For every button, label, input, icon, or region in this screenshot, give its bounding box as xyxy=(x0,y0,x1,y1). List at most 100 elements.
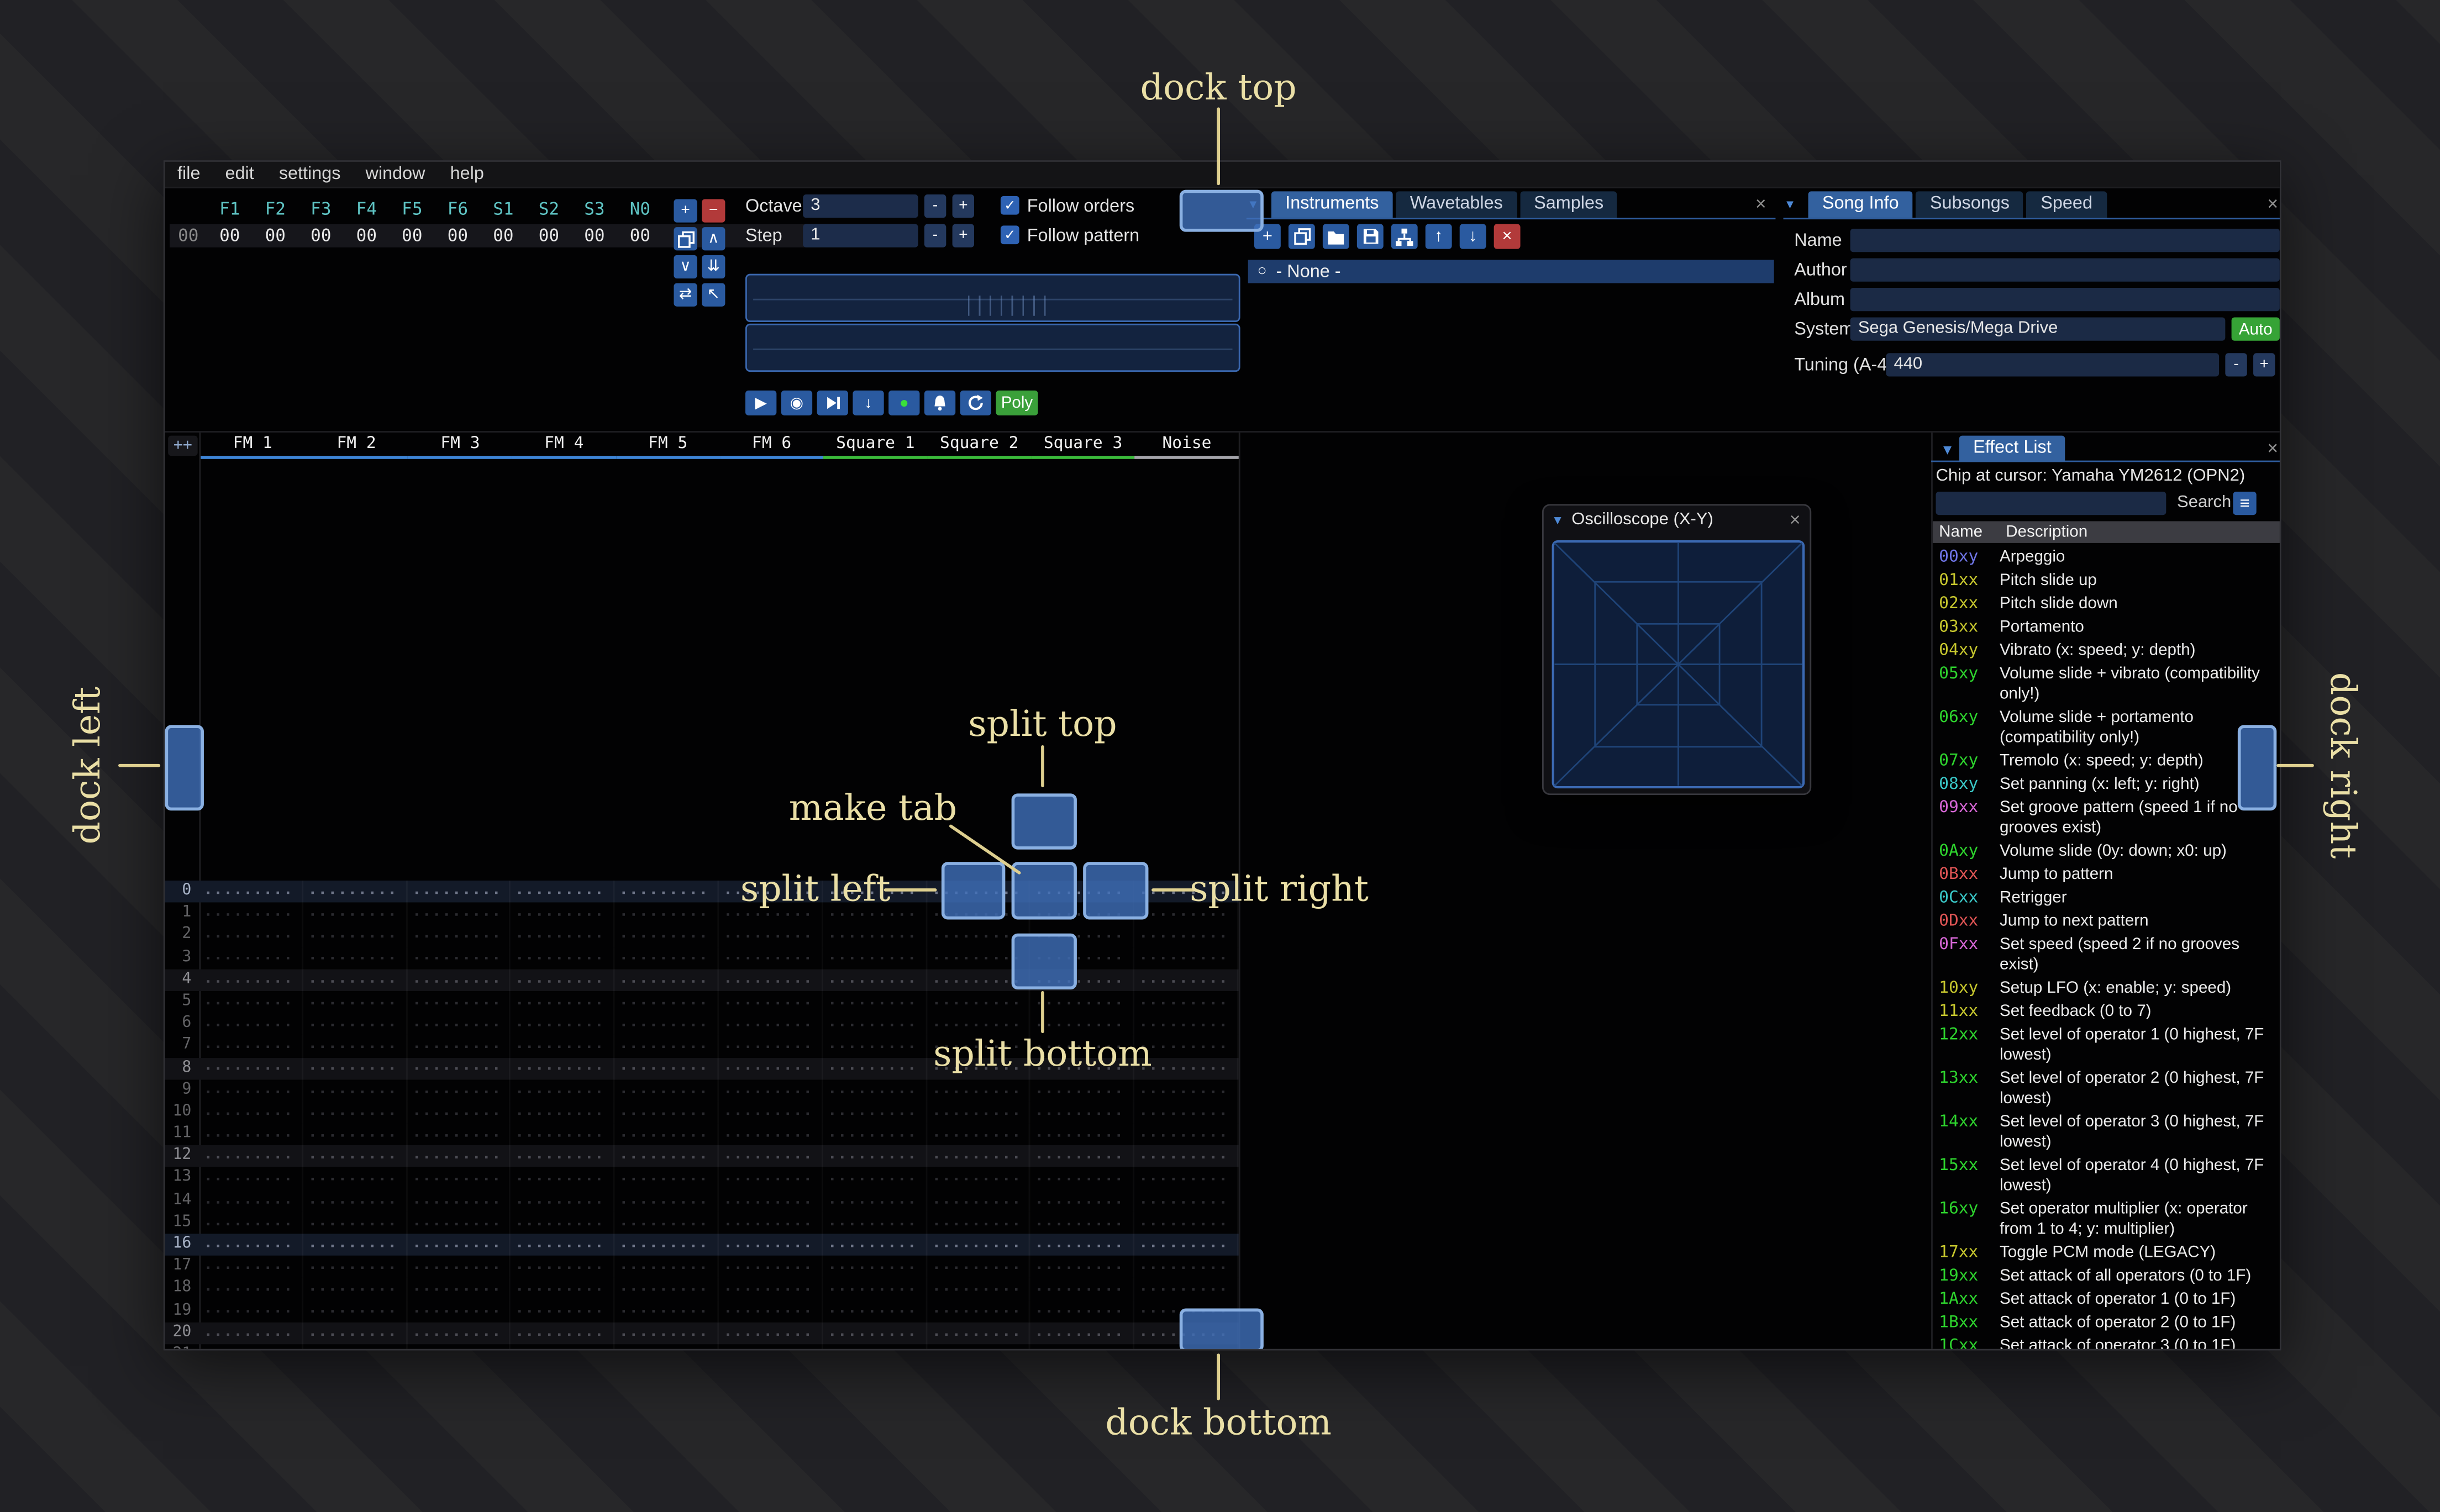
pattern-cell[interactable] xyxy=(719,1013,823,1035)
pattern-cell[interactable] xyxy=(303,1057,407,1079)
dock-left-target[interactable] xyxy=(165,725,204,811)
pattern-cell[interactable] xyxy=(1030,1256,1135,1278)
pattern-cell[interactable] xyxy=(1134,1234,1239,1256)
pattern-cell[interactable] xyxy=(199,1013,303,1035)
pattern-cell[interactable] xyxy=(511,1322,615,1345)
pattern-cell[interactable] xyxy=(303,1300,407,1323)
pattern-cell[interactable] xyxy=(199,1344,303,1349)
pattern-cell[interactable] xyxy=(303,1145,407,1168)
tuning-field[interactable]: 440 xyxy=(1886,353,2220,377)
pattern-cell[interactable] xyxy=(303,1234,407,1256)
pattern-cell[interactable] xyxy=(199,991,303,1013)
channel-header-fm-5[interactable]: FM 5 xyxy=(616,433,720,459)
pattern-cell[interactable] xyxy=(719,1035,823,1057)
play-pattern-button[interactable] xyxy=(817,390,848,415)
system-auto-button[interactable]: Auto xyxy=(2231,317,2280,341)
dock-right-target[interactable] xyxy=(2237,725,2277,811)
pattern-cell[interactable] xyxy=(407,1256,511,1278)
pattern-row-14[interactable]: 14 xyxy=(165,1189,1239,1212)
pattern-cell[interactable] xyxy=(927,1278,1031,1300)
pattern-cell[interactable] xyxy=(1134,1278,1239,1300)
pattern-cell[interactable] xyxy=(719,1278,823,1300)
pattern-cell[interactable] xyxy=(1030,1211,1135,1234)
instruments-close-icon[interactable]: × xyxy=(1755,194,1766,213)
pattern-cell[interactable] xyxy=(303,1189,407,1212)
step-increase-button[interactable]: + xyxy=(952,224,975,247)
pattern-cell[interactable] xyxy=(511,924,615,947)
tuning-decrease-button[interactable]: - xyxy=(2225,353,2247,377)
oscilloscope-window[interactable]: ▼ Oscilloscope (X-Y) × xyxy=(1542,504,1812,795)
follow-pattern-checkbox[interactable]: ✓ xyxy=(1000,225,1019,245)
pattern-cell[interactable] xyxy=(1030,991,1135,1013)
pattern-cell[interactable] xyxy=(511,1167,615,1190)
pattern-cell[interactable] xyxy=(719,1101,823,1124)
effect-list-menu-button[interactable]: ≡ xyxy=(2233,491,2257,515)
pattern-row-5[interactable]: 5 xyxy=(165,991,1239,1013)
orders-cell[interactable]: 00 xyxy=(435,225,481,246)
menu-item-file[interactable]: file xyxy=(165,162,213,187)
split-bottom-target[interactable] xyxy=(1011,933,1077,990)
pattern-cell[interactable] xyxy=(1030,1234,1135,1256)
pattern-cell[interactable] xyxy=(303,1013,407,1035)
order-change-mode-button[interactable]: ⇄ xyxy=(674,283,697,307)
pattern-cell[interactable] xyxy=(199,946,303,969)
pattern-cell[interactable] xyxy=(511,991,615,1013)
effect-row-14xx[interactable]: 14xx Set level of operator 3 (0 highest, … xyxy=(1933,1111,2280,1155)
follow-orders-checkbox[interactable]: ✓ xyxy=(1000,196,1019,215)
pattern-row-9[interactable]: 9 xyxy=(165,1079,1239,1102)
pattern-cell[interactable] xyxy=(199,1123,303,1146)
pattern-cell[interactable] xyxy=(927,1079,1031,1102)
tab-wavetables[interactable]: Wavetables xyxy=(1396,191,1517,218)
pattern-cell[interactable] xyxy=(199,1145,303,1168)
step-row-button[interactable]: ↓ xyxy=(853,390,884,415)
instrument-list-item-none[interactable]: ○ - None - xyxy=(1248,260,1774,283)
effect-row-13xx[interactable]: 13xx Set level of operator 2 (0 highest, … xyxy=(1933,1067,2280,1111)
pattern-cell[interactable] xyxy=(823,1189,927,1212)
pattern-cell[interactable] xyxy=(511,1079,615,1102)
pattern-cell[interactable] xyxy=(199,1300,303,1323)
pattern-row-21[interactable]: 21 xyxy=(165,1344,1239,1349)
pattern-cell[interactable] xyxy=(719,1322,823,1345)
tab-instruments[interactable]: Instruments xyxy=(1271,191,1393,218)
pattern-cell[interactable] xyxy=(199,902,303,925)
instrument-move-up-button[interactable]: ↑ xyxy=(1425,224,1452,249)
pattern-cell[interactable] xyxy=(303,1123,407,1146)
pattern-cell[interactable] xyxy=(407,1189,511,1212)
make-tab-target[interactable] xyxy=(1011,862,1077,920)
pattern-cell[interactable] xyxy=(1134,991,1239,1013)
pattern-cell[interactable] xyxy=(1134,1256,1239,1278)
pattern-cell[interactable] xyxy=(719,924,823,947)
pattern-cell[interactable] xyxy=(614,1344,719,1349)
effect-row-10xy[interactable]: 10xy Setup LFO (x: enable; y: speed) xyxy=(1933,977,2280,1000)
pattern-cell[interactable] xyxy=(303,1322,407,1345)
instrument-save-button[interactable] xyxy=(1356,224,1384,249)
menu-item-window[interactable]: window xyxy=(353,162,438,187)
pattern-cell[interactable] xyxy=(1134,1167,1239,1190)
pattern-cell[interactable] xyxy=(199,1322,303,1345)
effect-row-0Fxx[interactable]: 0Fxx Set speed (speed 2 if no grooves exi… xyxy=(1933,934,2280,977)
pattern-cell[interactable] xyxy=(1134,1013,1239,1035)
piano-upper[interactable] xyxy=(745,273,1240,322)
pattern-cell[interactable] xyxy=(614,1300,719,1323)
pattern-row-17[interactable]: 17 xyxy=(165,1256,1239,1278)
pattern-cell[interactable] xyxy=(614,902,719,925)
pattern-cell[interactable] xyxy=(823,1057,927,1079)
record-button[interactable]: ● xyxy=(888,390,920,415)
orders-cell[interactable]: 00 xyxy=(253,225,298,246)
channel-header-fm-3[interactable]: FM 3 xyxy=(408,433,512,459)
pattern-cell[interactable] xyxy=(1030,1123,1135,1146)
pattern-cell[interactable] xyxy=(511,1123,615,1146)
pattern-cell[interactable] xyxy=(511,1057,615,1079)
order-move-down-button[interactable]: ∨ xyxy=(674,255,697,279)
pattern-cell[interactable] xyxy=(407,1035,511,1057)
pattern-cell[interactable] xyxy=(927,1167,1031,1190)
pattern-cell[interactable] xyxy=(823,946,927,969)
pattern-cell[interactable] xyxy=(927,1145,1031,1168)
pattern-cell[interactable] xyxy=(199,1035,303,1057)
channel-header-square-1[interactable]: Square 1 xyxy=(823,433,928,459)
system-field[interactable]: Sega Genesis/Mega Drive xyxy=(1850,317,2226,341)
pattern-cell[interactable] xyxy=(407,1278,511,1300)
pattern-cell[interactable] xyxy=(614,1123,719,1146)
pattern-row-16[interactable]: 16 xyxy=(165,1234,1239,1256)
effect-row-04xy[interactable]: 04xy Vibrato (x: speed; y: depth) xyxy=(1933,640,2280,663)
